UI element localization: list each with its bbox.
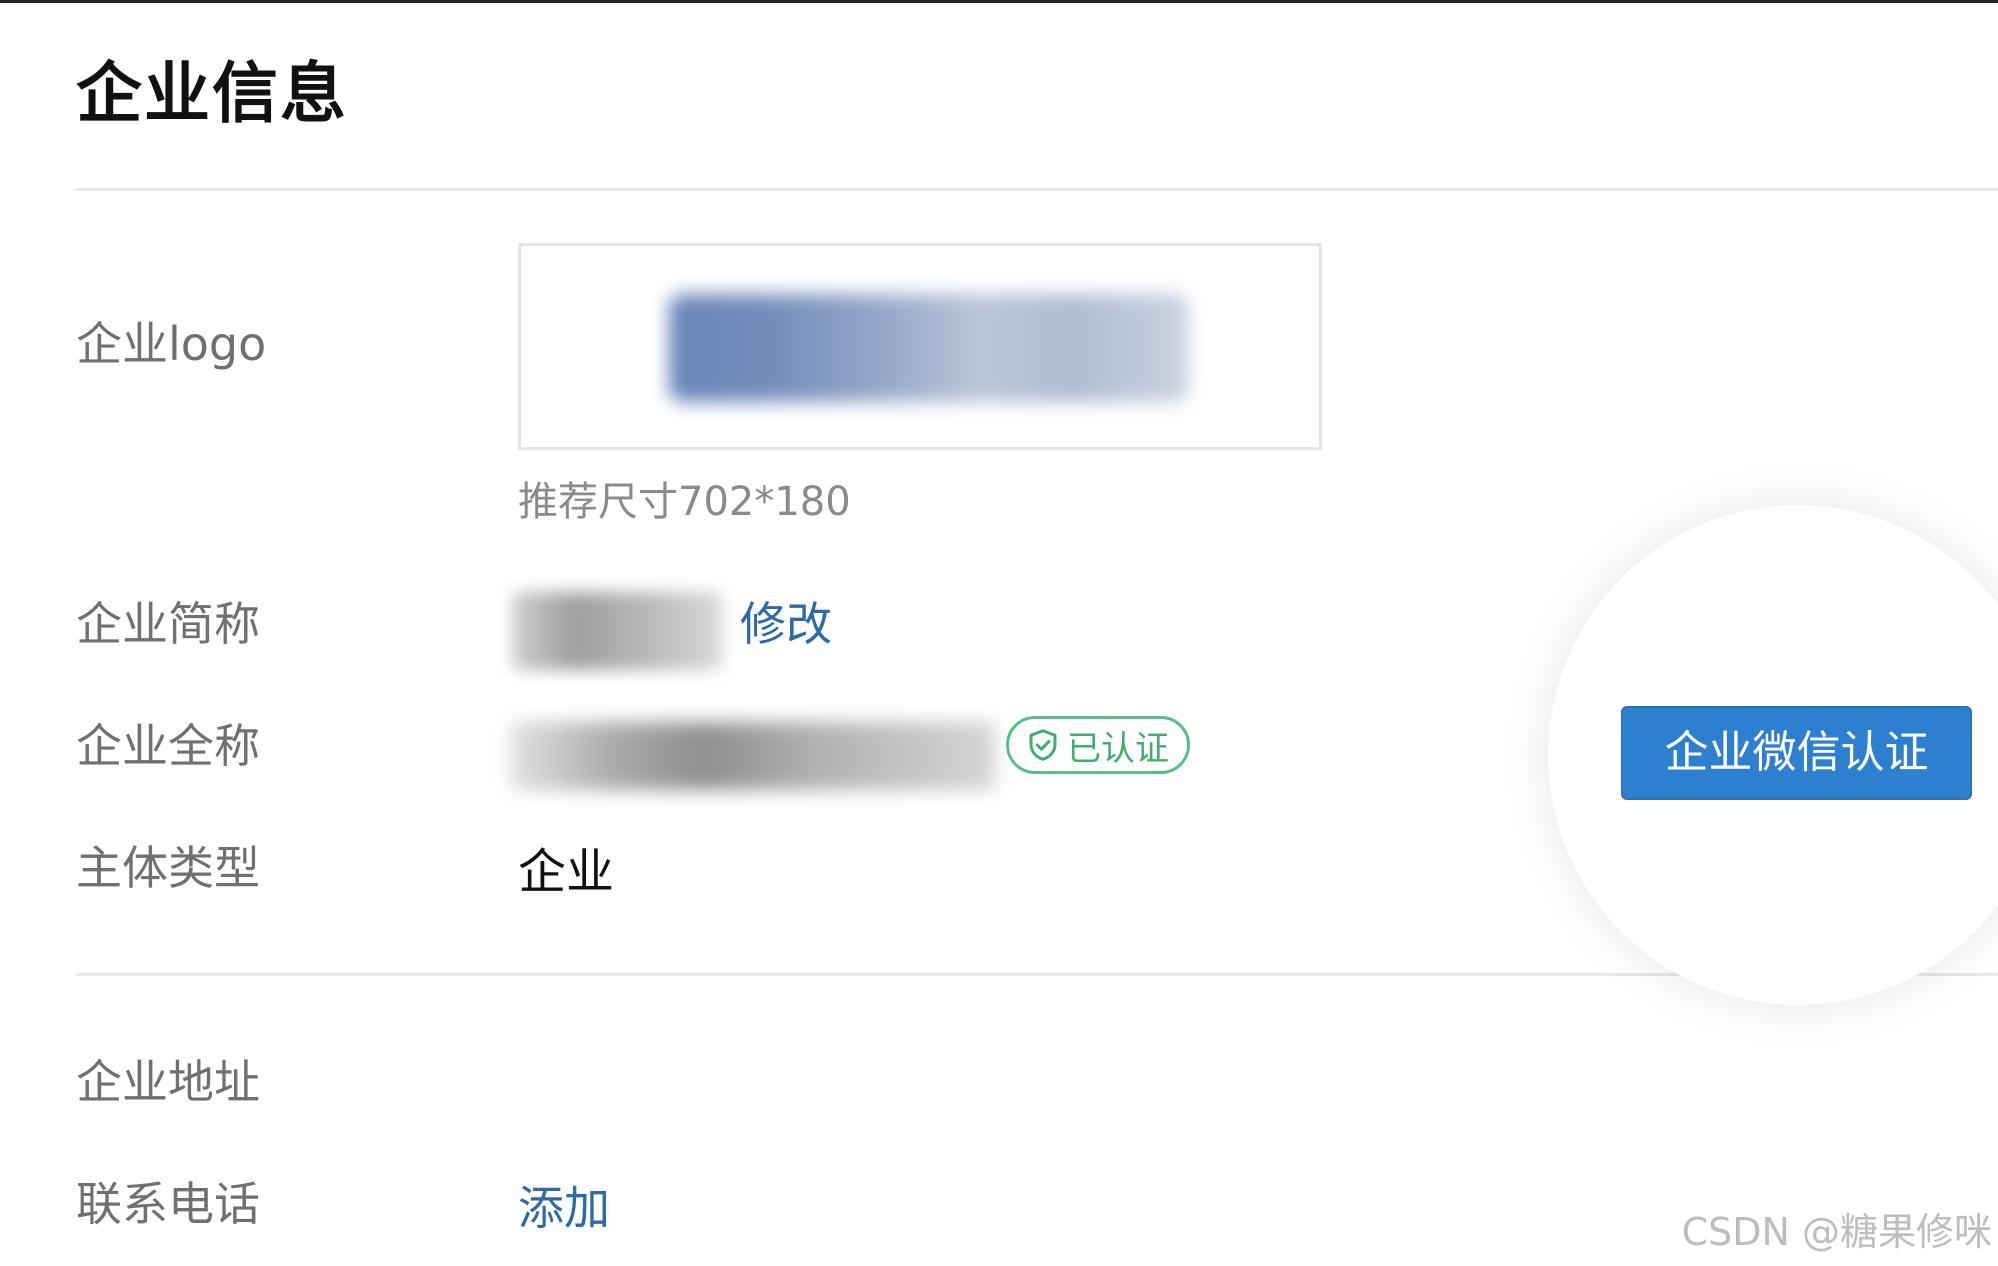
page-title: 企业信息	[76, 55, 348, 132]
logo-upload-box[interactable]	[518, 243, 1322, 450]
wework-certification-button[interactable]: 企业微信认证	[1621, 706, 1972, 800]
enterprise-info-page: 企业信息 企业logo 推荐尺寸702*180 企业简称 修改 企业全称 已认证…	[0, 0, 1998, 1266]
shield-check-icon	[1029, 729, 1057, 761]
entity-type-label: 主体类型	[76, 841, 260, 895]
short-name-label: 企业简称	[76, 597, 260, 651]
full-name-value-blurred	[510, 722, 995, 790]
verified-badge-text: 已认证	[1067, 728, 1169, 769]
short-name-value-blurred	[512, 592, 722, 670]
logo-size-hint: 推荐尺寸702*180	[518, 479, 851, 525]
address-label: 企业地址	[76, 1055, 260, 1109]
logo-image-blurred	[669, 294, 1189, 402]
logo-label: 企业logo	[76, 317, 267, 371]
title-divider	[76, 188, 1998, 191]
top-border	[0, 0, 1998, 3]
full-name-label: 企业全称	[76, 719, 260, 773]
verified-badge: 已认证	[1006, 716, 1190, 774]
watermark: CSDN @糖果修咪	[1681, 1210, 1992, 1254]
entity-type-value: 企业	[518, 844, 615, 900]
edit-short-name-link[interactable]: 修改	[740, 592, 832, 656]
phone-label: 联系电话	[76, 1177, 260, 1231]
add-phone-link[interactable]: 添加	[518, 1176, 610, 1240]
